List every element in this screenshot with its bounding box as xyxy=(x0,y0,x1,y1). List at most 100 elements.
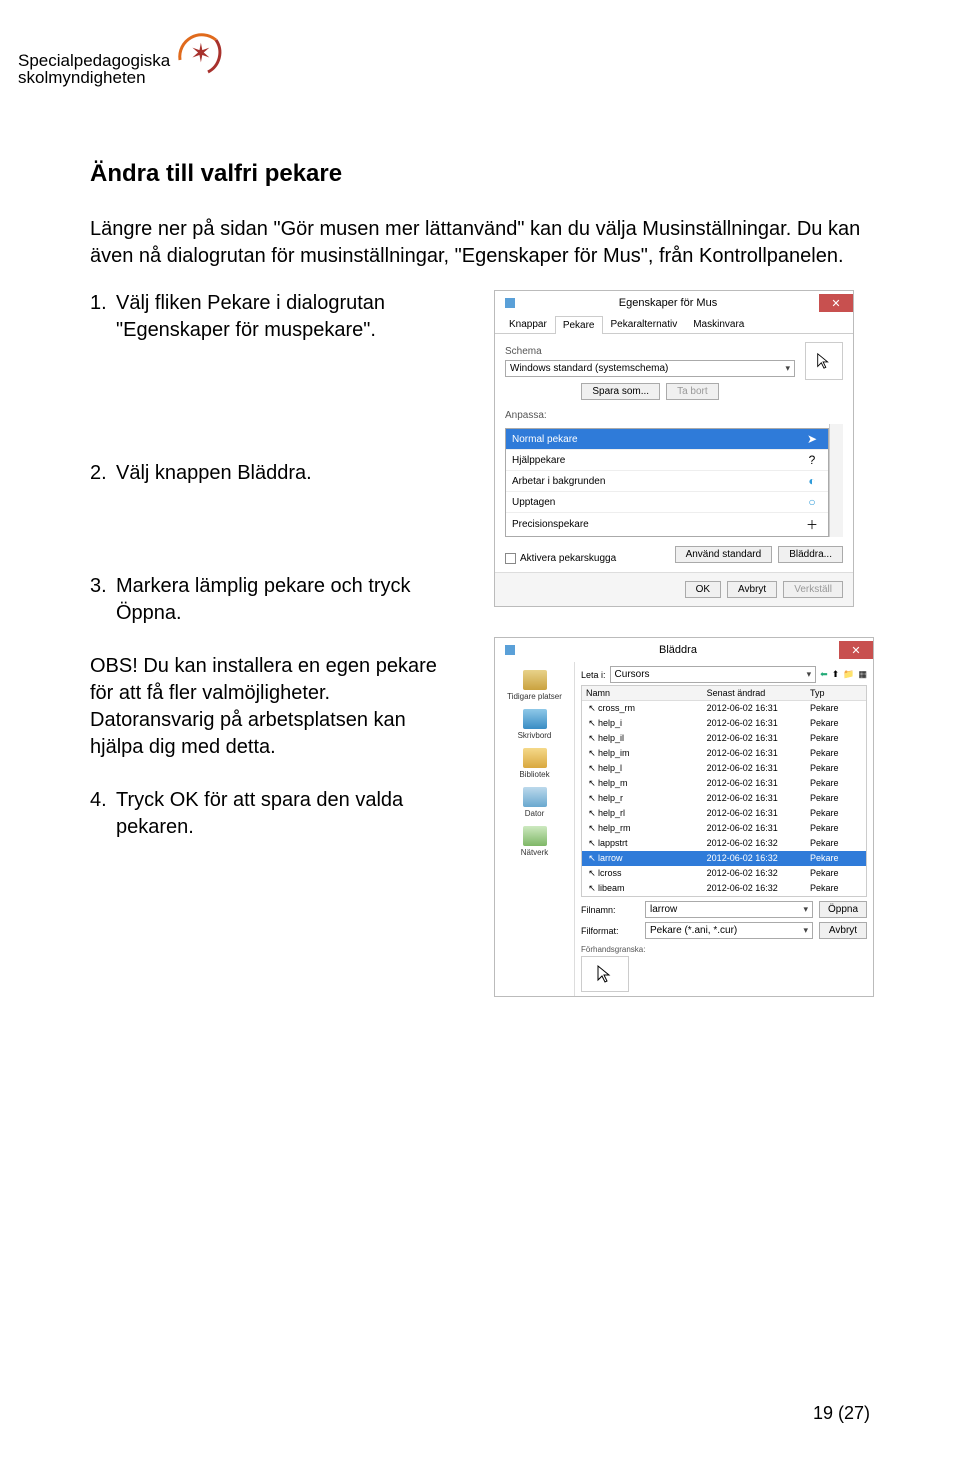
page-title: Ändra till valfri pekare xyxy=(90,160,870,188)
brand-mark-icon: ✶ xyxy=(168,22,228,82)
file-row[interactable]: ↖help_r2012-06-02 16:31Pekare xyxy=(582,791,866,806)
filename-label: Filnamn: xyxy=(581,905,639,915)
tab-pekaralternativ[interactable]: Pekaralternativ xyxy=(603,315,686,333)
save-as-button[interactable]: Spara som... xyxy=(581,383,660,400)
file-row[interactable]: ↖cross_rm2012-06-02 16:31Pekare xyxy=(582,701,866,716)
places-computer[interactable]: Dator xyxy=(495,783,574,822)
places-desktop[interactable]: Skrivbord xyxy=(495,705,574,744)
browse-button[interactable]: Bläddra... xyxy=(778,546,843,563)
help-cursor-icon: ? xyxy=(802,453,822,467)
file-row[interactable]: ↖lappstrt2012-06-02 16:32Pekare xyxy=(582,836,866,851)
brand-text: Specialpedagogiska skolmyndigheten xyxy=(18,52,170,86)
cursor-file-icon: ↖ xyxy=(586,733,598,744)
col-date[interactable]: Senast ändrad xyxy=(703,686,806,700)
screenshot-browse-dialog: Bläddra ✕ Tidigare platser Skrivbord Bib… xyxy=(494,637,874,997)
step-1: 1.Välj fliken Pekare i dialogrutan "Egen… xyxy=(90,290,460,344)
use-default-button[interactable]: Använd standard xyxy=(675,546,773,563)
preview-box xyxy=(581,956,629,992)
newfolder-icon[interactable]: 📁 xyxy=(843,669,854,680)
preview-label: Förhandsgranska: xyxy=(581,945,867,954)
scrollbar[interactable] xyxy=(829,424,843,537)
anpassa-label: Anpassa: xyxy=(505,410,843,421)
screenshot-mouse-properties: Egenskaper för Mus ✕ Knappar Pekare Peka… xyxy=(494,290,854,607)
page-number: 19 (27) xyxy=(813,1403,870,1424)
tab-pekare[interactable]: Pekare xyxy=(555,316,603,334)
intro-paragraph: Längre ner på sidan "Gör musen mer lätta… xyxy=(90,216,870,270)
window-sysicon xyxy=(503,296,517,310)
window-title: Egenskaper för Mus xyxy=(517,297,819,309)
places-recent[interactable]: Tidigare platser xyxy=(495,666,574,705)
up-icon[interactable]: ⬆ xyxy=(832,669,840,680)
cursor-file-icon: ↖ xyxy=(586,718,598,729)
filetype-select[interactable]: Pekare (*.ani, *.cur) xyxy=(645,922,813,939)
lookin-select[interactable]: Cursors xyxy=(610,666,817,683)
list-item[interactable]: Precisionspekare＋ xyxy=(506,513,828,536)
col-name[interactable]: Namn xyxy=(582,686,703,700)
cursor-file-icon: ↖ xyxy=(586,703,598,714)
cursor-file-icon: ↖ xyxy=(586,778,598,789)
brand-line2: skolmyndigheten xyxy=(18,69,170,86)
brand-logo: Specialpedagogiska skolmyndigheten ✶ xyxy=(18,22,228,86)
desktop-icon xyxy=(523,709,547,729)
places-network[interactable]: Nätverk xyxy=(495,822,574,861)
lookin-label: Leta i: xyxy=(581,670,606,680)
svg-text:✶: ✶ xyxy=(190,39,212,68)
ok-button[interactable]: OK xyxy=(685,581,721,598)
library-icon xyxy=(523,748,547,768)
list-item[interactable]: Normal pekare➤ xyxy=(506,429,828,450)
file-row[interactable]: ↖libeam2012-06-02 16:32Pekare xyxy=(582,881,866,896)
step-3: 3.Markera lämplig pekare och tryck Öppna… xyxy=(90,573,460,627)
file-row[interactable]: ↖help_l2012-06-02 16:31Pekare xyxy=(582,761,866,776)
list-item[interactable]: Upptagen○ xyxy=(506,492,828,513)
file-row[interactable]: ↖help_m2012-06-02 16:31Pekare xyxy=(582,776,866,791)
file-row[interactable]: ↖help_im2012-06-02 16:31Pekare xyxy=(582,746,866,761)
cancel-button[interactable]: Avbryt xyxy=(819,922,867,939)
open-button[interactable]: Öppna xyxy=(819,901,867,918)
file-row[interactable]: ↖larrow2012-06-02 16:32Pekare xyxy=(582,851,866,866)
cursor-file-icon: ↖ xyxy=(586,853,598,864)
tab-maskinvara[interactable]: Maskinvara xyxy=(685,315,752,333)
brand-line1: Specialpedagogiska xyxy=(18,52,170,69)
cursor-file-icon: ↖ xyxy=(586,823,598,834)
cursor-file-icon: ↖ xyxy=(586,868,598,879)
list-item[interactable]: Arbetar i bakgrunden◐ xyxy=(506,471,828,492)
places-library[interactable]: Bibliotek xyxy=(495,744,574,783)
cursor-file-icon: ↖ xyxy=(586,748,598,759)
cursor-preview xyxy=(805,342,843,380)
file-row[interactable]: ↖help_rm2012-06-02 16:31Pekare xyxy=(582,821,866,836)
tab-strip: Knappar Pekare Pekaralternativ Maskinvar… xyxy=(495,315,853,334)
shadow-checkbox[interactable] xyxy=(505,553,516,564)
cursor-file-icon: ↖ xyxy=(586,838,598,849)
filename-input[interactable]: larrow xyxy=(645,901,813,918)
file-row[interactable]: ↖lcross2012-06-02 16:32Pekare xyxy=(582,866,866,881)
cursor-file-icon: ↖ xyxy=(586,883,598,894)
step-2: 2.Välj knappen Bläddra. xyxy=(90,460,460,487)
close-button[interactable]: ✕ xyxy=(819,294,853,312)
window-sysicon xyxy=(503,643,517,657)
file-row[interactable]: ↖help_i2012-06-02 16:31Pekare xyxy=(582,716,866,731)
cursor-file-icon: ↖ xyxy=(586,763,598,774)
file-row[interactable]: ↖help_rl2012-06-02 16:31Pekare xyxy=(582,806,866,821)
cancel-button[interactable]: Avbryt xyxy=(727,581,777,598)
file-row[interactable]: ↖help_il2012-06-02 16:31Pekare xyxy=(582,731,866,746)
tab-knappar[interactable]: Knappar xyxy=(501,315,555,333)
step-4: 4.Tryck OK för att spara den valda pekar… xyxy=(90,787,460,841)
close-button[interactable]: ✕ xyxy=(839,641,873,659)
back-icon[interactable]: ⬅ xyxy=(820,669,828,680)
busy-cursor-icon: ○ xyxy=(802,495,822,509)
views-icon[interactable]: ▦ xyxy=(858,669,867,680)
col-type[interactable]: Typ xyxy=(806,686,866,700)
precision-cursor-icon: ＋ xyxy=(802,516,822,533)
delete-button[interactable]: Ta bort xyxy=(666,383,719,400)
pointer-list[interactable]: Normal pekare➤ Hjälppekare? Arbetar i ba… xyxy=(505,428,829,537)
schema-select[interactable]: Windows standard (systemschema) xyxy=(505,360,795,377)
arrow-cursor-icon: ➤ xyxy=(802,432,822,446)
file-list[interactable]: Namn Senast ändrad Typ ↖cross_rm2012-06-… xyxy=(581,685,867,897)
places-bar: Tidigare platser Skrivbord Bibliotek Dat… xyxy=(495,662,575,996)
window-title: Bläddra xyxy=(517,644,839,656)
note-paragraph: OBS! Du kan installera en egen pekare fö… xyxy=(90,653,460,761)
list-item[interactable]: Hjälppekare? xyxy=(506,450,828,471)
apply-button[interactable]: Verkställ xyxy=(783,581,843,598)
cursor-file-icon: ↖ xyxy=(586,808,598,819)
schema-label: Schema xyxy=(505,346,795,357)
